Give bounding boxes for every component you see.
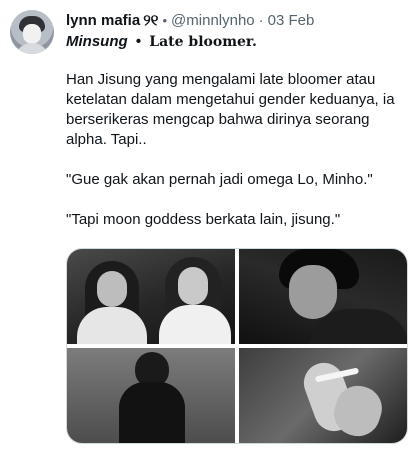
tweet-body: Minsung • Late bloomer. Han Jisung yang … bbox=[66, 32, 406, 230]
author-handle[interactable]: @minnlynho bbox=[171, 12, 255, 29]
author-name-emoji: ୨୧ bbox=[143, 11, 159, 29]
photo-face bbox=[289, 265, 337, 319]
tweet-media-grid bbox=[66, 248, 408, 444]
tweet-date[interactable]: 03 Feb bbox=[268, 12, 315, 29]
tweet-title-sub: Late bloomer. bbox=[149, 34, 257, 50]
verified-dot-icon: • bbox=[162, 12, 168, 28]
photo-body bbox=[119, 382, 185, 443]
avatar-shirt-shape bbox=[14, 43, 50, 54]
tweet-header: lynn mafia ୨୧ • @minnlynho · 03 Feb bbox=[66, 10, 405, 30]
author-name[interactable]: lynn mafia bbox=[66, 12, 140, 29]
header-separator: · bbox=[258, 11, 264, 29]
photo-face-right bbox=[178, 267, 208, 305]
photo-face-left bbox=[97, 271, 127, 307]
media-photo-4[interactable] bbox=[239, 348, 407, 443]
media-photo-1[interactable] bbox=[67, 249, 235, 344]
avatar-face-shape bbox=[23, 24, 41, 44]
author-avatar[interactable] bbox=[10, 10, 54, 54]
tweet-quote: "Tapi moon goddess berkata lain, jisung.… bbox=[66, 211, 341, 228]
media-photo-2[interactable] bbox=[239, 249, 407, 344]
tweet-paragraph: Han Jisung yang mengalami late bloomer a… bbox=[66, 71, 395, 148]
tweet-title-dot: • bbox=[135, 33, 142, 50]
tweet-quote: "Gue gak akan pernah jadi omega Lo, Minh… bbox=[66, 171, 373, 188]
media-photo-3[interactable] bbox=[67, 348, 235, 443]
tweet-title-line: Minsung • Late bloomer. bbox=[66, 32, 406, 52]
tweet-title-main: Minsung bbox=[66, 33, 128, 50]
